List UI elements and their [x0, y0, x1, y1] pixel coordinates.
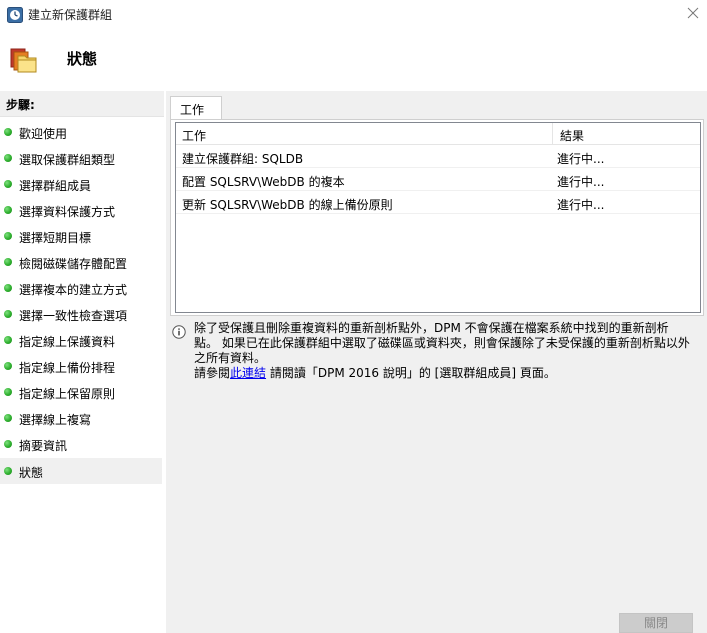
help-link[interactable]: 此連結	[230, 366, 266, 380]
step-protection-method[interactable]: 選擇資料保護方式	[0, 197, 162, 223]
table-row[interactable]: 建立保護群組: SQLDB 進行中...	[176, 146, 700, 168]
info-icon	[172, 325, 186, 339]
steps-pane: 步驟: 歡迎使用 選取保護群組類型 選擇群組成員 選擇資料保護方式 選擇短期目標…	[0, 91, 164, 633]
table-row[interactable]: 更新 SQLSRV\WebDB 的線上備份原則 進行中...	[176, 192, 700, 214]
wizard-header: 狀態	[0, 30, 707, 91]
step-complete-icon	[4, 258, 12, 266]
step-complete-icon	[4, 128, 12, 136]
step-label: 選擇一致性檢查選項	[19, 309, 128, 323]
info-line: 點。 如果已在此保護群組中選取了磁碟區或資料夾，則會保護除了未受保護的重新剖析點…	[194, 336, 690, 350]
step-complete-icon	[4, 154, 12, 162]
tasks-panel: 工作 結果 建立保護群組: SQLDB 進行中... 配置 SQLSRV\Web…	[170, 119, 704, 316]
step-label: 選擇群組成員	[19, 179, 92, 193]
step-online-replication[interactable]: 選擇線上複寫	[0, 405, 162, 431]
step-label: 指定線上備份排程	[19, 361, 116, 375]
folder-stack-icon	[10, 48, 37, 73]
step-complete-icon	[4, 310, 12, 318]
step-complete-icon	[4, 232, 12, 240]
step-online-protection-data[interactable]: 指定線上保護資料	[0, 327, 162, 353]
step-complete-icon	[4, 206, 12, 214]
column-header-task[interactable]: 工作	[182, 127, 206, 144]
step-select-members[interactable]: 選擇群組成員	[0, 171, 162, 197]
step-online-retention-policy[interactable]: 指定線上保留原則	[0, 379, 162, 405]
tab-tasks[interactable]: 工作	[170, 96, 222, 120]
step-complete-icon	[4, 284, 12, 292]
result-cell: 進行中...	[557, 175, 605, 189]
step-label: 選擇資料保護方式	[19, 205, 116, 219]
step-short-term-goals[interactable]: 選擇短期目標	[0, 223, 162, 249]
step-disk-allocation[interactable]: 檢閱磁碟儲存體配置	[0, 249, 162, 275]
window-title: 建立新保護群組	[28, 8, 113, 22]
step-summary[interactable]: 摘要資訊	[0, 431, 162, 457]
step-label: 選取保護群組類型	[19, 153, 116, 167]
column-divider[interactable]	[552, 123, 553, 145]
step-label: 摘要資訊	[19, 439, 68, 453]
step-replica-creation[interactable]: 選擇複本的建立方式	[0, 275, 162, 301]
title-bar: 建立新保護群組	[0, 0, 707, 30]
step-complete-icon	[4, 362, 12, 370]
result-cell: 進行中...	[557, 198, 605, 212]
step-label: 狀態	[19, 466, 44, 480]
info-line: 之所有資料。	[194, 351, 267, 365]
step-status[interactable]: 狀態	[0, 458, 162, 484]
steps-label: 步驟:	[6, 98, 35, 112]
step-complete-icon	[4, 467, 12, 475]
close-button[interactable]: 關閉	[619, 613, 693, 633]
info-reference-suffix: 請閱讀「DPM 2016 說明」的 [選取群組成員] 頁面。	[266, 366, 556, 380]
step-label: 選擇複本的建立方式	[19, 283, 128, 297]
close-icon[interactable]	[686, 6, 700, 20]
step-label: 歡迎使用	[19, 127, 68, 141]
info-line: 除了受保護且刪除重複資料的重新剖析點外，DPM 不會保護在檔案系統中找到的重新剖…	[194, 321, 669, 335]
step-welcome[interactable]: 歡迎使用	[0, 119, 162, 145]
tasks-list[interactable]: 工作 結果 建立保護群組: SQLDB 進行中... 配置 SQLSRV\Web…	[175, 122, 701, 313]
step-label: 指定線上保留原則	[19, 387, 116, 401]
step-label: 選擇線上複寫	[19, 413, 92, 427]
step-label: 檢閱磁碟儲存體配置	[19, 257, 128, 271]
page-title: 狀態	[67, 50, 98, 68]
steps-header: 步驟:	[0, 91, 164, 117]
step-complete-icon	[4, 440, 12, 448]
task-cell: 建立保護群組: SQLDB	[182, 152, 304, 166]
list-header: 工作 結果	[176, 123, 700, 145]
step-select-group-type[interactable]: 選取保護群組類型	[0, 145, 162, 171]
dpm-clock-icon	[7, 7, 23, 23]
step-complete-icon	[4, 388, 12, 396]
step-online-backup-schedule[interactable]: 指定線上備份排程	[0, 353, 162, 379]
result-cell: 進行中...	[557, 152, 605, 166]
tab-label: 工作	[180, 103, 205, 117]
info-reference-prefix: 請參閱	[194, 366, 231, 380]
step-consistency-check[interactable]: 選擇一致性檢查選項	[0, 301, 162, 327]
table-row[interactable]: 配置 SQLSRV\WebDB 的複本 進行中...	[176, 169, 700, 191]
info-message: 除了受保護且刪除重複資料的重新剖析點外，DPM 不會保護在檔案系統中找到的重新剖…	[194, 321, 699, 381]
task-cell: 更新 SQLSRV\WebDB 的線上備份原則	[182, 198, 393, 212]
column-header-result[interactable]: 結果	[560, 127, 584, 144]
step-label: 選擇短期目標	[19, 231, 92, 245]
step-complete-icon	[4, 336, 12, 344]
task-cell: 配置 SQLSRV\WebDB 的複本	[182, 175, 345, 189]
step-complete-icon	[4, 414, 12, 422]
info-line-reference: 請參閱此連結 請閱讀「DPM 2016 說明」的 [選取群組成員] 頁面。	[194, 366, 699, 381]
step-complete-icon	[4, 180, 12, 188]
content-pane: 工作 工作 結果 建立保護群組: SQLDB 進行中... 配置 SQLSRV\…	[166, 91, 707, 633]
step-label: 指定線上保護資料	[19, 335, 116, 349]
